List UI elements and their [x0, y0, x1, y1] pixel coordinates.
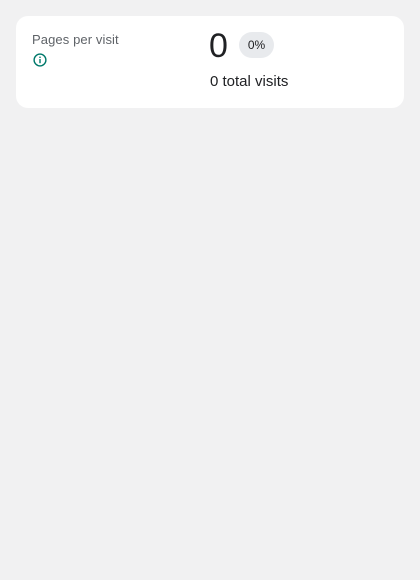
metric-value: 0 [209, 27, 228, 65]
info-icon[interactable] [33, 53, 47, 67]
change-badge: 0% [239, 32, 274, 58]
total-visits-text: 0 total visits [210, 73, 289, 90]
pages-per-visit-card: Pages per visit 0 0% 0 total visits [16, 16, 404, 108]
metric-label: Pages per visit [32, 32, 119, 47]
